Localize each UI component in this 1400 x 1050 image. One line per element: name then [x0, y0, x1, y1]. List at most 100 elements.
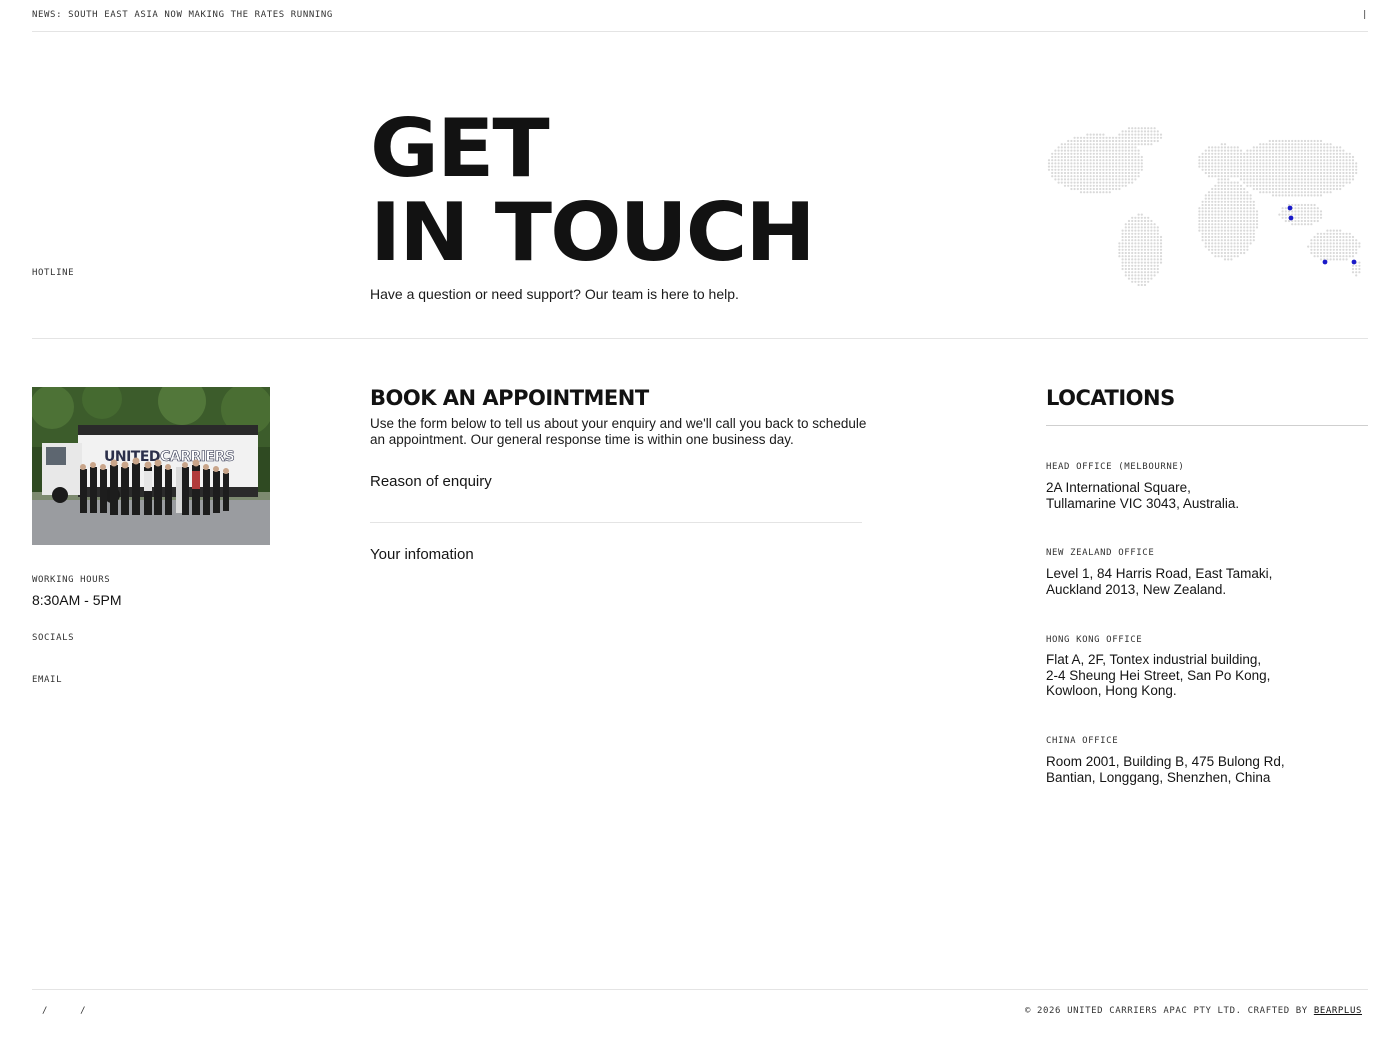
map-dot	[1198, 165, 1201, 168]
map-dot	[1092, 152, 1095, 155]
map-dot	[1223, 194, 1227, 197]
map-dot	[1265, 159, 1268, 162]
map-dot	[1054, 155, 1057, 159]
map-dot	[1335, 165, 1339, 168]
office-marker	[1288, 215, 1294, 221]
map-dot	[1342, 162, 1345, 165]
map-dot	[1255, 152, 1259, 155]
map-dot	[1227, 245, 1230, 248]
map-dot	[1230, 200, 1233, 203]
map-dot	[1300, 139, 1303, 143]
map-dot	[1255, 178, 1259, 181]
map-dot	[1201, 226, 1204, 229]
map-dot	[1220, 255, 1223, 258]
map-dot	[1054, 162, 1057, 165]
map-dot	[1076, 187, 1079, 191]
map-dot	[1217, 245, 1220, 248]
map-dot	[1070, 146, 1073, 149]
map-dot	[1355, 271, 1358, 274]
map-dot	[1262, 187, 1265, 191]
map-dot	[1351, 162, 1355, 165]
map-dot	[1300, 210, 1303, 213]
map-dot	[1140, 216, 1143, 219]
map-dot	[1319, 232, 1323, 235]
map-dot	[1207, 239, 1211, 242]
map-dot	[1323, 143, 1326, 146]
map-dot	[1275, 178, 1278, 181]
map-dot	[1291, 178, 1294, 181]
map-dot	[1316, 232, 1319, 235]
menu-toggle-icon[interactable]: |	[1362, 10, 1368, 20]
map-dot	[1230, 184, 1233, 187]
map-dot	[1214, 155, 1217, 159]
map-dot	[1092, 162, 1095, 165]
map-dot	[1339, 184, 1342, 187]
map-dot	[1227, 223, 1230, 226]
map-dot	[1134, 178, 1137, 181]
map-dot	[1070, 159, 1073, 162]
map-dot	[1105, 178, 1108, 181]
map-dot	[1201, 203, 1204, 207]
map-dot	[1089, 171, 1092, 175]
map-dot	[1131, 149, 1134, 152]
map-dot	[1207, 203, 1211, 207]
footer-slash-1[interactable]: /	[42, 1006, 48, 1016]
map-dot	[1076, 165, 1079, 168]
map-dot	[1086, 178, 1089, 181]
map-dot	[1335, 152, 1339, 155]
map-dot	[1275, 194, 1278, 197]
map-dot	[1252, 165, 1255, 168]
map-dot	[1198, 226, 1201, 229]
map-dot	[1252, 213, 1255, 216]
map-dot	[1303, 168, 1307, 171]
map-dot	[1316, 178, 1319, 181]
map-dot	[1108, 191, 1111, 194]
map-dot	[1246, 219, 1249, 223]
map-dot	[1329, 178, 1332, 181]
map-dot	[1326, 162, 1329, 165]
map-dot	[1335, 251, 1339, 255]
map-dot	[1223, 159, 1227, 162]
map-dot	[1265, 191, 1268, 194]
map-dot	[1246, 210, 1249, 213]
map-dot	[1099, 181, 1102, 184]
map-dot	[1204, 200, 1207, 203]
map-dot	[1342, 171, 1345, 175]
map-dot	[1313, 143, 1316, 146]
map-dot	[1265, 165, 1268, 168]
map-dot	[1207, 165, 1211, 168]
map-dot	[1246, 171, 1249, 175]
map-dot	[1339, 239, 1342, 242]
map-dot	[1121, 267, 1124, 271]
map-dot	[1246, 239, 1249, 242]
map-dot	[1284, 155, 1287, 159]
map-dot	[1067, 143, 1070, 146]
map-dot	[1060, 155, 1063, 159]
map-dot	[1243, 245, 1246, 248]
map-dot	[1329, 181, 1332, 184]
map-dot	[1313, 152, 1316, 155]
map-dot	[1220, 248, 1223, 251]
map-dot	[1095, 152, 1099, 155]
map-dot	[1230, 210, 1233, 213]
footer-slash-2[interactable]: /	[80, 1006, 86, 1016]
map-dot	[1223, 210, 1227, 213]
map-dot	[1255, 155, 1259, 159]
map-dot	[1086, 149, 1089, 152]
map-dot	[1108, 165, 1111, 168]
map-dot	[1281, 139, 1284, 143]
news-ticker[interactable]: NEWS: SOUTH EAST ASIA NOW MAKING THE RAT…	[32, 10, 333, 20]
map-dot	[1118, 184, 1121, 187]
map-dot	[1339, 175, 1342, 178]
map-dot	[1150, 229, 1153, 232]
map-dot	[1303, 219, 1307, 223]
crafted-by-link[interactable]: BEARPLUS	[1314, 1006, 1362, 1016]
reason-of-enquiry-field[interactable]: Reason of enquiry	[370, 473, 492, 490]
appointment-title: BOOK AN APPOINTMENT	[370, 386, 649, 410]
map-dot	[1243, 152, 1246, 155]
map-dot	[1070, 171, 1073, 175]
map-dot	[1150, 139, 1153, 143]
your-information-field[interactable]: Your infomation	[370, 546, 474, 563]
map-dot	[1204, 229, 1207, 232]
map-dot	[1143, 232, 1147, 235]
